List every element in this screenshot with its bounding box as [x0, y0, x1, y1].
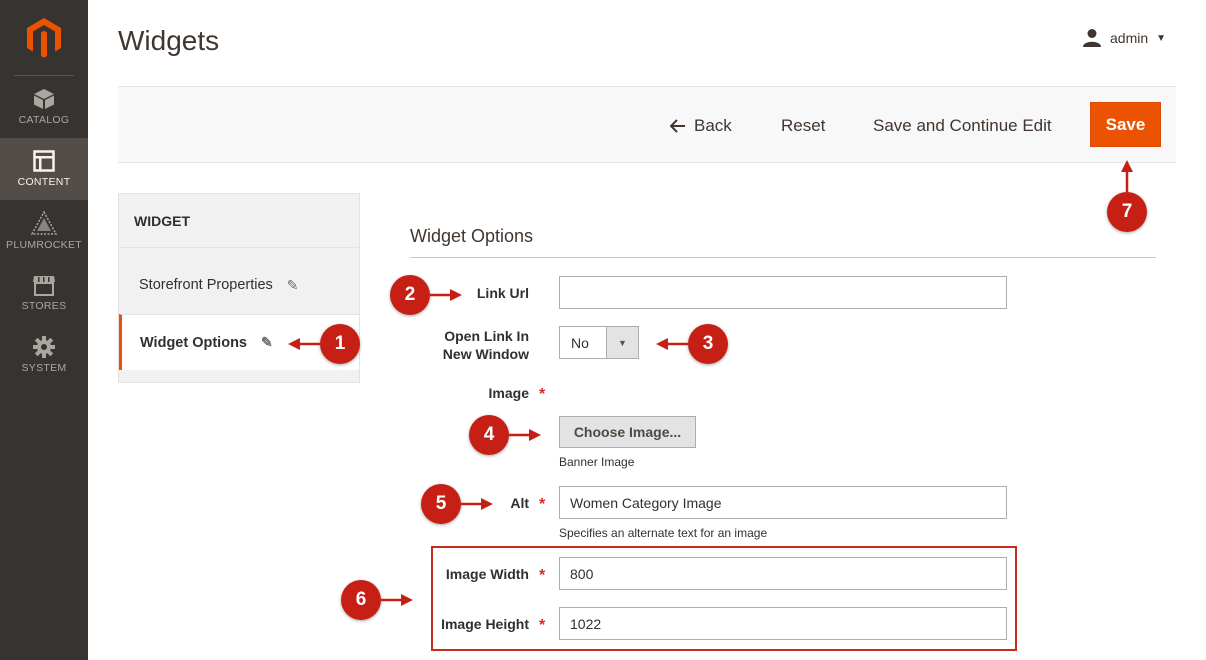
nav-label: STORES	[21, 300, 67, 312]
reset-button[interactable]: Reset	[781, 116, 825, 136]
image-label: Image	[488, 385, 529, 401]
layout-icon	[33, 150, 55, 172]
callout-arrow-left-icon	[656, 338, 688, 350]
open-new-window-label: Open Link In New Window	[410, 327, 529, 363]
alt-note: Specifies an alternate text for an image	[559, 526, 768, 540]
page-title: Widgets	[118, 25, 220, 56]
callout-2: 2	[390, 275, 430, 315]
nav-item-plumrocket[interactable]: PLUMROCKET	[0, 200, 88, 262]
box-icon	[34, 89, 54, 109]
callout-1: 1	[320, 324, 360, 364]
callout-arrow-right-icon	[430, 289, 462, 301]
page-actions: Back Reset Save and Continue Edit Save	[118, 86, 1176, 163]
save-and-continue-button[interactable]: Save and Continue Edit	[873, 116, 1052, 136]
user-name: admin	[1110, 30, 1149, 46]
tab-label: Widget Options	[140, 334, 247, 351]
required-asterisk: *	[539, 496, 546, 513]
callout-3: 3	[688, 324, 728, 364]
plumrocket-icon	[31, 211, 57, 235]
user-menu[interactable]: admin ▼	[1082, 28, 1166, 48]
nav-item-catalog[interactable]: CATALOG	[0, 76, 88, 138]
magento-logo-icon[interactable]	[0, 0, 88, 75]
gear-icon	[33, 336, 55, 358]
callout-arrow-right-icon	[509, 429, 541, 441]
store-icon	[33, 276, 55, 296]
tab-label: Storefront Properties	[139, 277, 273, 293]
arrow-left-icon	[670, 119, 685, 133]
alt-input[interactable]	[559, 486, 1007, 519]
link-url-input[interactable]	[559, 276, 1007, 309]
dimensions-highlight-box	[431, 546, 1017, 651]
tab-storefront-properties[interactable]: Storefront Properties ✎	[119, 257, 359, 313]
nav-item-system[interactable]: SYSTEM	[0, 324, 88, 386]
section-divider	[410, 257, 1156, 258]
tabs-heading: WIDGET	[119, 194, 359, 248]
section-title: Widget Options	[410, 226, 534, 246]
callout-arrow-left-icon	[288, 338, 320, 350]
callout-5: 5	[421, 484, 461, 524]
select-value: No	[571, 334, 589, 351]
user-icon	[1083, 29, 1101, 47]
chevron-down-icon: ▼	[606, 327, 638, 358]
nav-label: PLUMROCKET	[6, 239, 82, 251]
open-new-window-select[interactable]: No ▼	[559, 326, 639, 359]
back-button[interactable]: Back	[670, 116, 732, 136]
back-label: Back	[694, 116, 732, 135]
admin-sidebar: CATALOG CONTENT PLUMROCKET STORES SYSTEM	[0, 0, 88, 660]
nav-item-content[interactable]: CONTENT	[0, 138, 88, 200]
image-note: Banner Image	[559, 455, 635, 469]
callout-arrow-up-icon	[1121, 160, 1133, 192]
pencil-icon: ✎	[286, 276, 299, 293]
pencil-icon: ✎	[261, 334, 273, 350]
choose-image-button[interactable]: Choose Image...	[559, 416, 696, 448]
nav-item-stores[interactable]: STORES	[0, 262, 88, 324]
callout-4: 4	[469, 415, 509, 455]
callout-arrow-right-icon	[461, 498, 493, 510]
label-line: Open Link In	[444, 328, 529, 344]
required-asterisk: *	[539, 386, 546, 403]
callout-6: 6	[341, 580, 381, 620]
nav-label: SYSTEM	[21, 362, 67, 374]
chevron-down-icon: ▼	[1156, 32, 1167, 44]
callout-7: 7	[1107, 192, 1147, 232]
callout-arrow-right-icon	[381, 594, 413, 606]
nav-label: CONTENT	[17, 176, 71, 188]
label-line: New Window	[442, 346, 529, 362]
nav-label: CATALOG	[18, 114, 70, 126]
save-button[interactable]: Save	[1090, 102, 1161, 147]
